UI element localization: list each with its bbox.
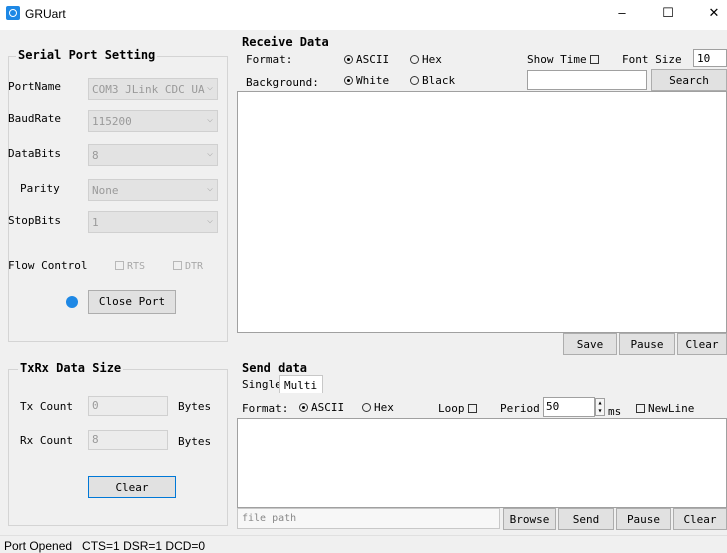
send-data-title: Send data bbox=[240, 361, 310, 375]
flow-control-label: Flow Control bbox=[8, 259, 88, 272]
search-input[interactable] bbox=[527, 70, 647, 90]
radio-selected-icon bbox=[344, 76, 353, 85]
checkbox-icon bbox=[467, 404, 477, 413]
show-time-label: Show Time bbox=[527, 53, 587, 66]
send-ascii-radio[interactable]: ASCII bbox=[299, 401, 344, 414]
receive-ascii-label: ASCII bbox=[356, 53, 390, 66]
radio-selected-icon bbox=[344, 55, 353, 64]
browse-button[interactable]: Browse bbox=[503, 508, 556, 530]
rts-checkbox[interactable]: RTS bbox=[112, 259, 145, 272]
font-size-input[interactable]: 10 bbox=[693, 49, 727, 67]
parity-value: None bbox=[92, 184, 119, 197]
receive-ascii-radio[interactable]: ASCII bbox=[344, 53, 389, 66]
receive-data-title: Receive Data bbox=[240, 35, 331, 49]
send-clear-button[interactable]: Clear bbox=[673, 508, 727, 530]
stop-bits-select[interactable]: 1 ⌵ bbox=[88, 211, 218, 233]
chevron-down-icon: ⌵ bbox=[206, 215, 213, 226]
receive-format-label: Format: bbox=[246, 53, 293, 66]
tab-single[interactable]: Single bbox=[240, 377, 284, 392]
newline-checkbox[interactable]: NewLine bbox=[633, 402, 694, 415]
data-bits-select[interactable]: 8 ⌵ bbox=[88, 144, 218, 166]
chevron-down-icon: ⌵ bbox=[206, 114, 213, 125]
newline-label: NewLine bbox=[648, 402, 695, 415]
chevron-down-icon: ⌵ bbox=[206, 148, 213, 159]
background-label: Background: bbox=[246, 76, 319, 89]
send-format-label: Format: bbox=[242, 402, 289, 415]
window-title: GRUart bbox=[25, 7, 66, 21]
txrx-data-size-title: TxRx Data Size bbox=[18, 361, 124, 375]
rx-count-field: 8 bbox=[88, 430, 168, 450]
checkbox-icon bbox=[173, 261, 182, 270]
tx-unit-label: Bytes bbox=[178, 400, 212, 413]
stop-bits-value: 1 bbox=[92, 216, 99, 229]
port-name-value: COM3 JLink CDC UA bbox=[92, 83, 205, 96]
baud-rate-value: 115200 bbox=[92, 115, 132, 128]
period-stepper-icon[interactable]: ▴ ▾ bbox=[595, 398, 605, 416]
loop-label: Loop bbox=[438, 402, 465, 415]
receive-clear-button[interactable]: Clear bbox=[677, 333, 727, 355]
background-white-radio[interactable]: White bbox=[344, 74, 389, 87]
tx-count-label: Tx Count bbox=[20, 400, 73, 413]
parity-label: Parity bbox=[20, 182, 60, 195]
send-pause-button[interactable]: Pause bbox=[616, 508, 671, 530]
status-bar: Port Opened CTS=1 DSR=1 DCD=0 bbox=[0, 535, 727, 553]
rx-unit-label: Bytes bbox=[178, 435, 212, 448]
radio-icon bbox=[410, 76, 419, 85]
close-port-button[interactable]: Close Port bbox=[88, 290, 176, 314]
dtr-label: DTR bbox=[185, 261, 204, 272]
send-hex-label: Hex bbox=[374, 401, 394, 414]
rts-label: RTS bbox=[127, 261, 146, 272]
radio-icon bbox=[362, 403, 371, 412]
radio-selected-icon bbox=[299, 403, 308, 412]
data-bits-value: 8 bbox=[92, 149, 99, 162]
stop-bits-label: StopBits bbox=[8, 214, 61, 227]
minimize-button[interactable]: – bbox=[612, 5, 632, 20]
search-button[interactable]: Search bbox=[651, 69, 727, 91]
port-status-indicator bbox=[66, 296, 78, 308]
port-name-select[interactable]: COM3 JLink CDC UA ⌵ bbox=[88, 78, 218, 100]
rx-count-label: Rx Count bbox=[20, 434, 73, 447]
receive-save-button[interactable]: Save bbox=[563, 333, 617, 355]
chevron-down-icon: ⌵ bbox=[206, 183, 213, 194]
background-white-label: White bbox=[356, 74, 390, 87]
checkbox-icon bbox=[115, 261, 124, 270]
receive-text-area[interactable] bbox=[237, 91, 727, 333]
parity-select[interactable]: None ⌵ bbox=[88, 179, 218, 201]
show-time-checkbox[interactable]: Show Time bbox=[527, 53, 602, 66]
period-unit-label: ms bbox=[608, 405, 622, 418]
serial-port-setting-title: Serial Port Setting bbox=[16, 48, 158, 62]
app-icon bbox=[6, 6, 20, 20]
file-path-input[interactable]: file path bbox=[237, 508, 500, 529]
chevron-down-icon: ⌵ bbox=[206, 82, 213, 93]
period-label: Period bbox=[500, 402, 540, 415]
radio-icon bbox=[410, 55, 419, 64]
port-name-label: PortName bbox=[8, 80, 61, 93]
background-black-radio[interactable]: Black bbox=[410, 74, 455, 87]
receive-hex-label: Hex bbox=[422, 53, 442, 66]
data-bits-label: DataBits bbox=[8, 147, 61, 160]
background-black-label: Black bbox=[422, 74, 456, 87]
tx-count-field: 0 bbox=[88, 396, 168, 416]
send-hex-radio[interactable]: Hex bbox=[362, 401, 394, 414]
loop-checkbox[interactable]: Loop bbox=[438, 402, 480, 415]
checkbox-icon bbox=[636, 404, 645, 413]
font-size-label: Font Size bbox=[622, 53, 682, 66]
baud-rate-select[interactable]: 115200 ⌵ bbox=[88, 110, 218, 132]
maximize-button[interactable]: ☐ bbox=[658, 5, 678, 21]
send-text-area[interactable] bbox=[237, 418, 727, 508]
baud-rate-label: BaudRate bbox=[8, 112, 61, 125]
tab-multi[interactable]: Multi bbox=[279, 375, 324, 393]
title-bar: GRUart – ☐ ✕ bbox=[0, 0, 727, 30]
receive-hex-radio[interactable]: Hex bbox=[410, 53, 442, 66]
checkbox-icon bbox=[589, 55, 599, 64]
send-ascii-label: ASCII bbox=[311, 401, 345, 414]
period-input[interactable]: 50 bbox=[543, 397, 595, 417]
send-button[interactable]: Send bbox=[558, 508, 614, 530]
txrx-clear-button[interactable]: Clear bbox=[88, 476, 176, 498]
close-button[interactable]: ✕ bbox=[704, 5, 724, 21]
receive-pause-button[interactable]: Pause bbox=[619, 333, 675, 355]
dtr-checkbox[interactable]: DTR bbox=[170, 259, 203, 272]
